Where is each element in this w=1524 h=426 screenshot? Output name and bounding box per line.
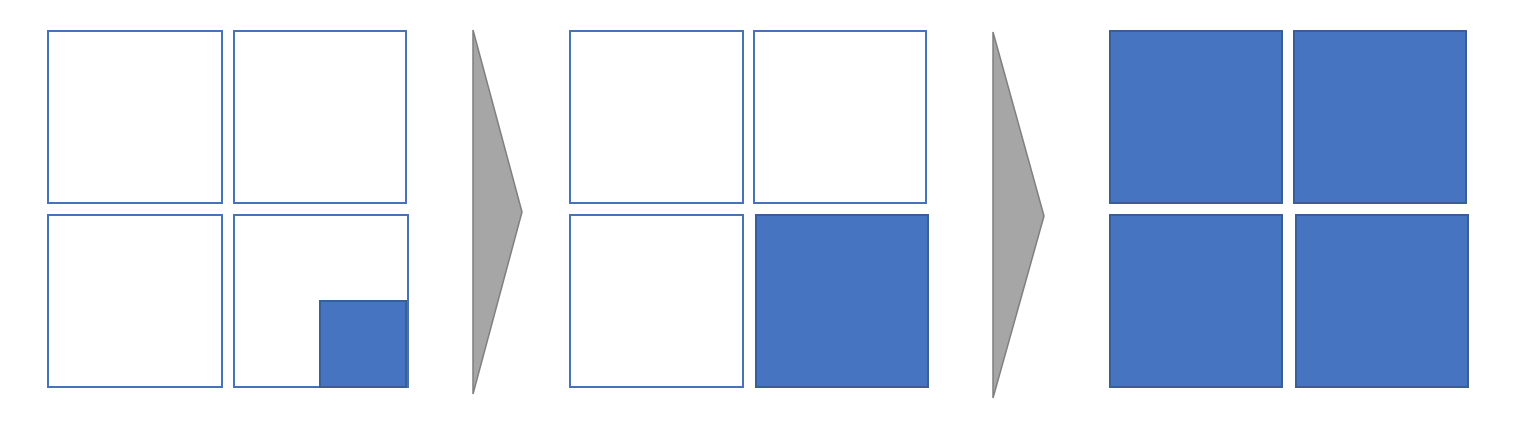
stage-1-cell-bottom-right — [233, 214, 409, 388]
stage-3-cell-bottom-left — [1109, 214, 1283, 388]
stage-2-cell-top-right — [753, 30, 927, 204]
stage-3-cell-top-left — [1109, 30, 1283, 204]
stage-1-cell-bottom-left — [47, 214, 223, 388]
stage-1-cell-top-left — [47, 30, 223, 204]
stage-3-cell-bottom-right — [1295, 214, 1469, 388]
chevron-right-icon — [992, 31, 1045, 399]
chevron-right-icon — [472, 29, 523, 395]
stage-3-cell-top-right — [1293, 30, 1467, 204]
stage-2-cell-bottom-left — [569, 214, 744, 388]
stage-2-cell-top-left — [569, 30, 744, 204]
stage-1-partial-fill — [319, 300, 407, 388]
stage-2-cell-bottom-right — [755, 214, 929, 388]
stage-1-cell-top-right — [233, 30, 407, 204]
